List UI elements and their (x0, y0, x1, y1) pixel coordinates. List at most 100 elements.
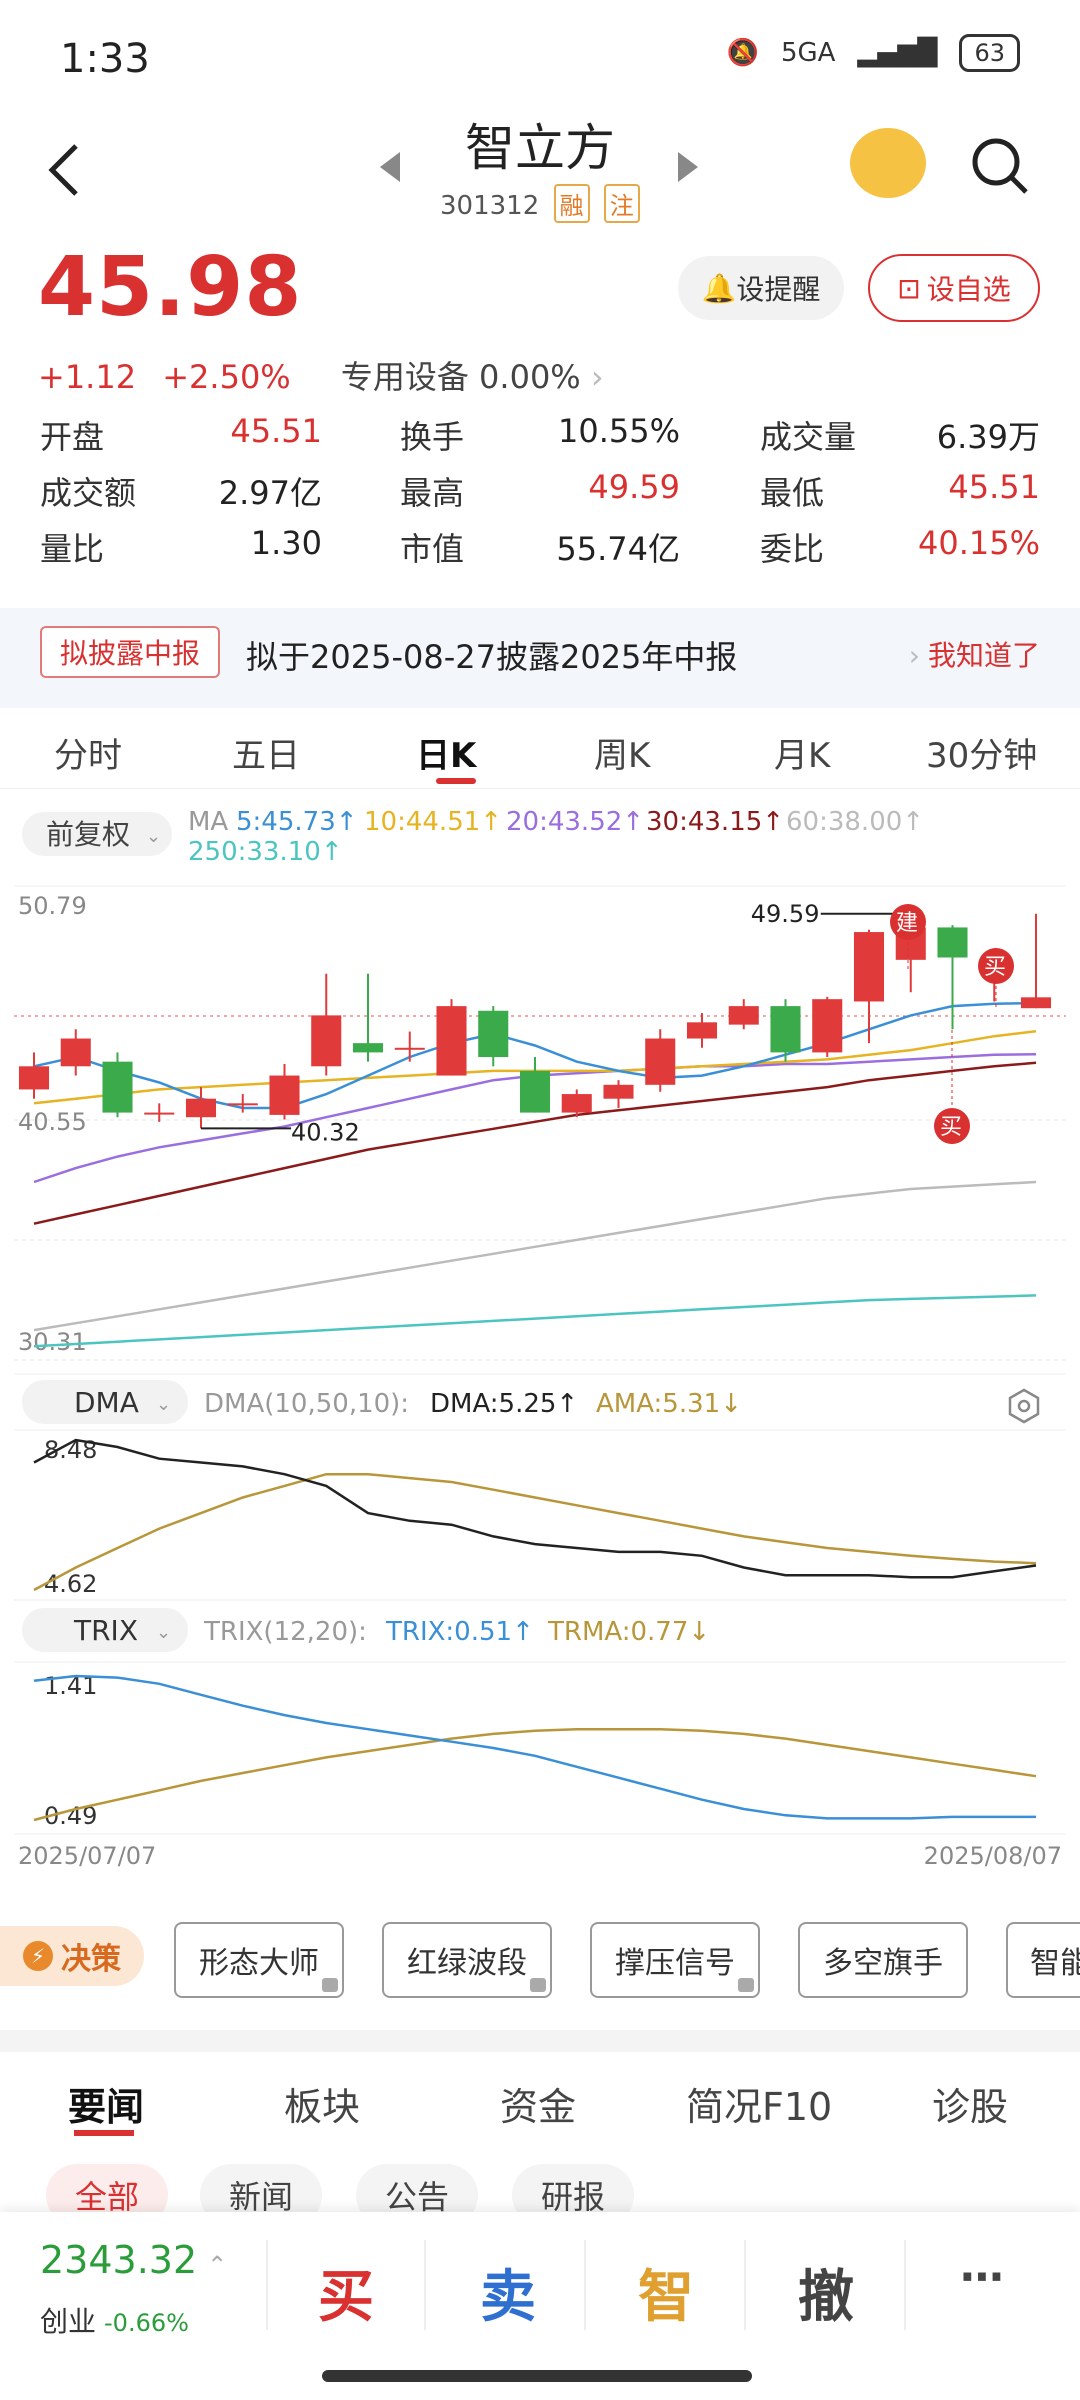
smart-button[interactable]: 智 (638, 2252, 694, 2333)
more-icon[interactable]: ⋯ (960, 2252, 1004, 2303)
candle-body (18, 1066, 50, 1090)
sell-button[interactable]: 卖 (480, 2252, 536, 2333)
candle-body (185, 1098, 217, 1118)
date-start-label: 2025/07/07 (18, 1842, 157, 1870)
signal-icon: ▂▄▆█ (857, 38, 938, 68)
stat-value: 55.74亿 (556, 530, 680, 568)
stat-value: 2.97亿 (218, 474, 322, 512)
high-price-label: 49.59 (751, 900, 820, 928)
chat-dots-icon: ⊡ (897, 271, 921, 305)
cancel-order-button[interactable]: 撤 (798, 2252, 854, 2333)
active-tab-indicator (436, 778, 476, 784)
divider (744, 2240, 746, 2330)
tool-smart[interactable]: 智能 (1006, 1922, 1080, 1998)
tab-sector[interactable]: 板块 (284, 2076, 360, 2131)
candle-body (311, 1015, 342, 1067)
lock-icon (322, 1978, 338, 1992)
tool-red-green-wave[interactable]: 红绿波段 (382, 1922, 552, 1998)
registration-tag: 注 (603, 184, 640, 223)
tab-weekly-k[interactable]: 周K (594, 728, 650, 777)
candle-body (812, 999, 843, 1053)
candle-body (853, 932, 885, 1002)
candle-body (519, 1070, 551, 1113)
tab-intraday[interactable]: 分时 (54, 728, 122, 777)
stat-label: 换手 (400, 418, 465, 456)
stat-value: 10.55% (557, 412, 680, 450)
notice-tag: 拟披露中报 (40, 626, 221, 678)
y-axis-mid-label: 40.55 (18, 1108, 87, 1136)
set-alert-button[interactable]: 🔔 设提醒 (678, 256, 844, 320)
divider (904, 2240, 906, 2330)
stat-value: 6.39万 (936, 418, 1040, 456)
network-label: 5GA (780, 38, 836, 68)
candle-body (645, 1038, 676, 1085)
ma20-value: 20:43.52↑ (506, 807, 644, 837)
notice-dismiss-button[interactable]: › 我知道了 (909, 634, 1040, 674)
status-icons: 🔕 5GA ▂▄▆█ 63 (727, 34, 1020, 72)
ma250-line (33, 1294, 1037, 1348)
stat-value: 49.59 (588, 468, 680, 506)
ma-lines (33, 1001, 1037, 1348)
mascot-icon[interactable] (850, 128, 926, 198)
tool-long-short-flag[interactable]: 多空旗手 (798, 1922, 968, 1998)
candle-body (686, 1022, 718, 1039)
stat-label: 成交量 (760, 418, 857, 456)
active-news-tab-indicator (74, 2130, 134, 2136)
y-axis-top-label: 50.79 (18, 892, 87, 920)
chevron-down-icon: ⌄ (156, 1622, 171, 1643)
mute-icon: 🔕 (726, 38, 759, 68)
ma60-line (33, 1180, 1037, 1332)
tool-support-pressure[interactable]: 撑压信号 (590, 1922, 760, 1998)
trix-name: TRIX (73, 1614, 138, 1647)
period-tabs (0, 708, 1080, 789)
tab-capital[interactable]: 资金 (500, 2076, 576, 2131)
tab-30min[interactable]: 30分钟 (926, 728, 1037, 777)
date-end-label: 2025/08/07 (923, 1842, 1062, 1870)
decision-badge[interactable]: ⚡ 决策 (0, 1926, 144, 1986)
price-change-line[interactable]: +1.12 +2.50% 专用设备 0.00% › (38, 352, 604, 398)
y-axis-bottom-label: 30.31 (18, 1328, 87, 1356)
back-arrow-icon[interactable] (40, 140, 90, 200)
kline-chart[interactable]: 前复权 ⌄ MA 5:45.73↑ 10:44.51↑ 20:43.52↑ 30… (0, 790, 1080, 1850)
stat-label: 最低 (760, 474, 825, 512)
status-time: 1:33 (60, 36, 150, 82)
chevron-down-icon: ⌄ (156, 1394, 171, 1415)
index-value[interactable]: 2343.32 ⌃ (40, 2238, 227, 2282)
stat-label: 委比 (760, 530, 825, 568)
search-icon[interactable] (970, 136, 1030, 196)
candle-body (102, 1061, 133, 1113)
ma10-value: 10:44.51↑ (364, 807, 502, 837)
stock-name: 智立方 (465, 119, 615, 177)
next-stock-icon[interactable] (676, 150, 700, 184)
trix-lines (33, 1674, 1037, 1822)
divider (424, 2240, 426, 2330)
price-change: +1.12 (38, 358, 137, 396)
candle-body (394, 1047, 425, 1050)
tab-diagnosis[interactable]: 诊股 (932, 2076, 1008, 2131)
tab-news-highlights[interactable]: 要闻 (68, 2076, 144, 2131)
ma30-value: 30:43.15↑ (646, 807, 784, 837)
trma-line (33, 1727, 1037, 1822)
tab-daily-k[interactable]: 日K (416, 728, 476, 777)
buy-button[interactable]: 买 (318, 2252, 374, 2333)
index-name-line: 创业 -0.66% (40, 2305, 189, 2338)
add-watchlist-button[interactable]: ⊡ 设自选 (868, 254, 1040, 322)
index-change: -0.66% (104, 2309, 189, 2337)
sector-label[interactable]: 专用设备 0.00% (341, 358, 581, 396)
ama-value: AMA:5.31↓ (596, 1389, 742, 1419)
candle-body (603, 1084, 634, 1099)
home-indicator (322, 2370, 752, 2382)
settings-icon[interactable] (1008, 1388, 1040, 1424)
tab-f10[interactable]: 简况F10 (686, 2076, 832, 2131)
tab-monthly-k[interactable]: 月K (774, 728, 830, 777)
ma60-value: 60:38.00↑ (786, 807, 924, 837)
lock-icon (530, 1978, 546, 1992)
buy-marker-text: 买 (984, 955, 1006, 980)
tab-five-day[interactable]: 五日 (232, 728, 300, 777)
ama-line (33, 1472, 1037, 1592)
stat-label: 成交额 (40, 474, 137, 512)
dma-value: DMA:5.25↑ (430, 1389, 578, 1419)
tool-pattern-master[interactable]: 形态大师 (174, 1922, 344, 1998)
candle-body (60, 1038, 91, 1067)
stat-value: 45.51 (948, 468, 1040, 506)
